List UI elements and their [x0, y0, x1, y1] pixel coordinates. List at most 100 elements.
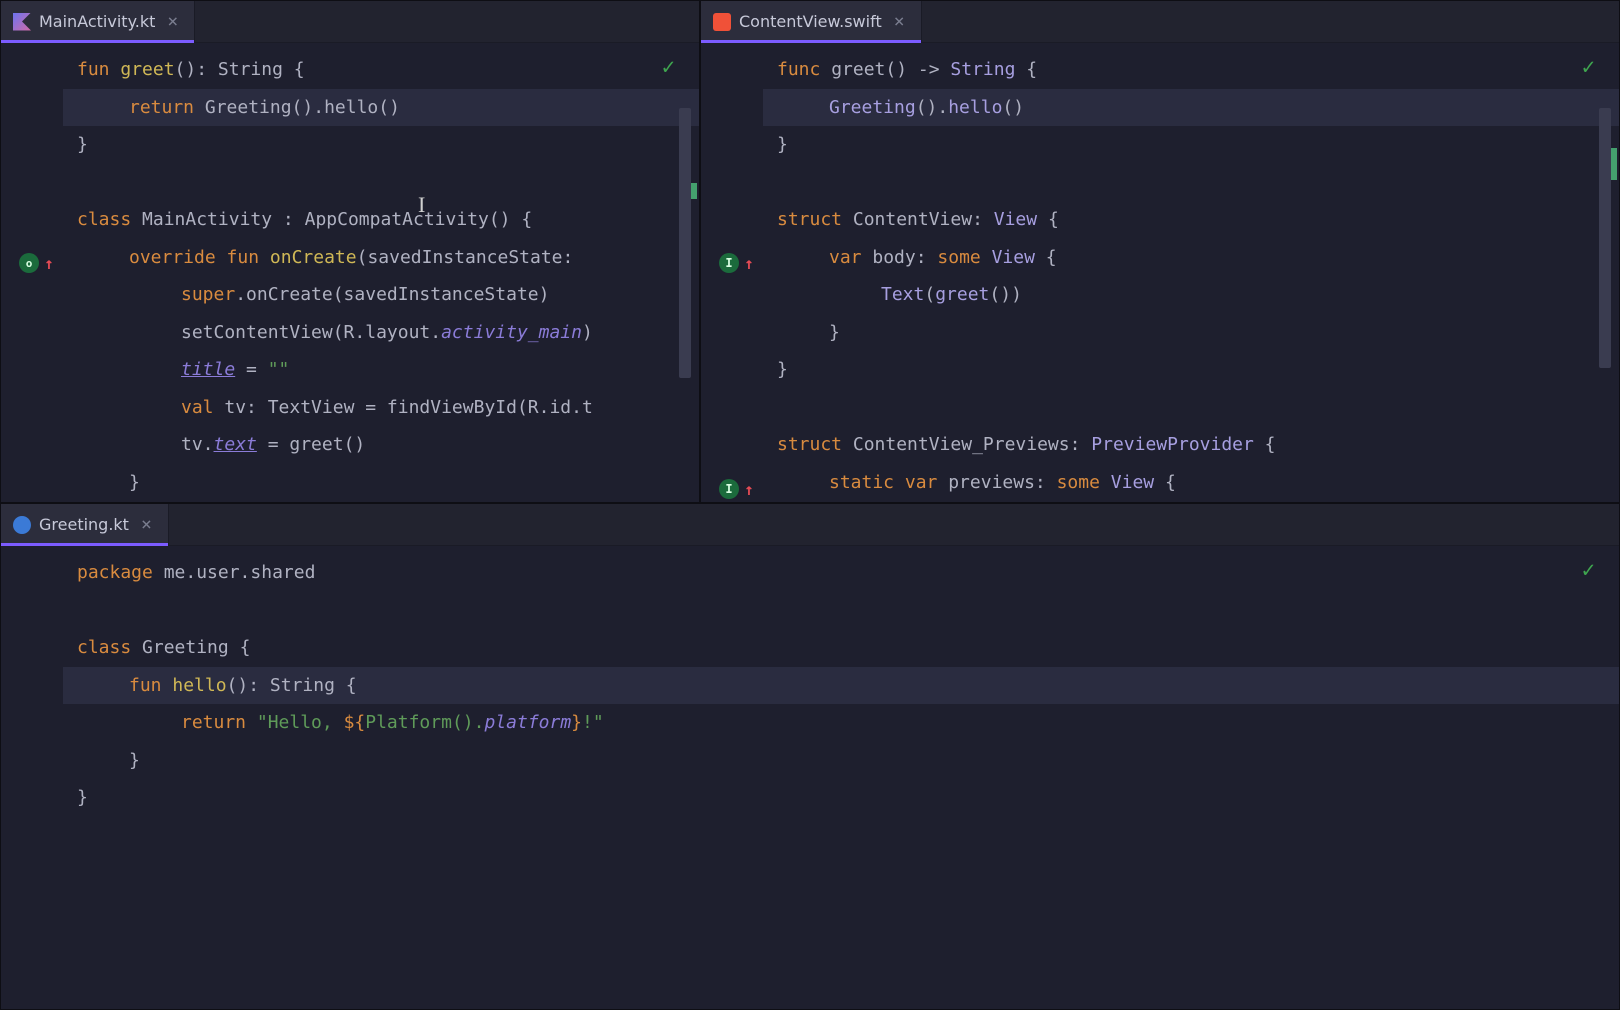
code-token: "Hello, — [257, 712, 344, 733]
arrow-up-icon: ↑ — [39, 253, 59, 273]
code-line[interactable]: return Greeting().hello() — [63, 89, 699, 127]
code-token: ContentView_Previews: — [853, 434, 1091, 455]
minimap-marker[interactable] — [1611, 148, 1617, 180]
close-icon[interactable]: × — [163, 11, 182, 32]
gutter-right[interactable]: ↑ ↑ — [701, 43, 763, 502]
close-icon[interactable]: × — [890, 11, 909, 32]
code-token: } — [571, 712, 582, 733]
code-line[interactable]: class MainActivity : AppCompatActivity()… — [63, 201, 699, 239]
check-icon[interactable]: ✓ — [662, 55, 675, 80]
gutter-left[interactable]: ↑ — [1, 43, 63, 502]
code-line[interactable]: } — [763, 351, 1619, 389]
check-icon[interactable]: ✓ — [1582, 55, 1595, 80]
code-line[interactable]: fun hello(): String { — [63, 667, 1619, 705]
code-token: } — [777, 359, 788, 380]
code-token: activity_main — [441, 322, 582, 343]
editor-pane-left: MainActivity.kt × ↑ fun greet(): String … — [0, 0, 700, 503]
editor-pane-bottom: Greeting.kt × package me.user.shared clas… — [0, 503, 1620, 1010]
code-token: "" — [268, 359, 290, 380]
code-line[interactable]: var body: some View { — [763, 239, 1619, 277]
code-token: greet — [120, 59, 174, 80]
code-line[interactable]: } — [63, 779, 1619, 817]
code-line[interactable]: title = "" — [63, 351, 699, 389]
code-line[interactable]: super.onCreate(savedInstanceState) — [63, 276, 699, 314]
code-line[interactable] — [63, 592, 1619, 630]
code-token: () -> — [885, 59, 950, 80]
code-line[interactable]: fun greet(): String { — [63, 51, 699, 89]
code-line[interactable]: Greeting().hello() — [763, 89, 1619, 127]
code-line[interactable]: class Greeting { — [63, 629, 1619, 667]
tab-greeting[interactable]: Greeting.kt × — [1, 504, 169, 545]
code-token: View — [994, 209, 1048, 230]
code-token: (). — [916, 97, 949, 118]
code-token: } — [129, 750, 140, 771]
editor-body-bottom[interactable]: package me.user.sharedclass Greeting {fu… — [1, 546, 1619, 1009]
code-token: some — [1057, 472, 1111, 493]
code-token: greet — [831, 59, 885, 80]
code-token: func — [777, 59, 831, 80]
editor-body-right[interactable]: ↑ ↑ func greet() -> String {Greeting().h… — [701, 43, 1619, 502]
code-token: { — [1046, 247, 1057, 268]
scrollbar-thumb[interactable] — [1599, 108, 1611, 368]
implement-gutter-icon[interactable] — [719, 253, 739, 273]
code-token: } — [777, 134, 788, 155]
code-line[interactable]: } — [63, 464, 699, 502]
code-line[interactable]: package me.user.shared — [63, 554, 1619, 592]
code-token: } — [829, 322, 840, 343]
code-line[interactable]: } — [63, 742, 1619, 780]
code-token: (): — [227, 675, 270, 696]
code-line[interactable]: tv.text = greet() — [63, 426, 699, 464]
code-line[interactable]: func greet() -> String { — [763, 51, 1619, 89]
code-token: var — [905, 472, 948, 493]
code-area-left[interactable]: fun greet(): String {return Greeting().h… — [63, 43, 699, 502]
code-token: MainActivity — [142, 209, 283, 230]
code-token: ContentView: — [853, 209, 994, 230]
close-icon[interactable]: × — [137, 514, 156, 535]
code-line[interactable]: struct ContentView: View { — [763, 201, 1619, 239]
code-token: fun — [77, 59, 120, 80]
gutter-bottom[interactable] — [1, 546, 63, 1009]
code-line[interactable]: Text(greet()) — [763, 276, 1619, 314]
code-line[interactable] — [63, 164, 699, 202]
editor-pane-right: ContentView.swift × ↑ ↑ func greet() -> … — [700, 0, 1620, 503]
code-token: Platform(). — [365, 712, 484, 733]
tab-contentview[interactable]: ContentView.swift × — [701, 1, 922, 42]
code-line[interactable] — [763, 389, 1619, 427]
code-token: var — [829, 247, 872, 268]
code-line[interactable]: } — [763, 314, 1619, 352]
code-token: { — [1265, 434, 1276, 455]
code-line[interactable]: val tv: TextView = findViewById(R.id.t — [63, 389, 699, 427]
implement-gutter-icon[interactable] — [719, 479, 739, 499]
code-line[interactable]: struct ContentView_Previews: PreviewProv… — [763, 426, 1619, 464]
tab-bar-bottom: Greeting.kt × — [1, 504, 1619, 546]
code-line[interactable]: setContentView(R.layout.activity_main) — [63, 314, 699, 352]
override-gutter-icon[interactable] — [19, 253, 39, 273]
tab-mainactivity[interactable]: MainActivity.kt × — [1, 1, 195, 42]
code-line[interactable] — [763, 164, 1619, 202]
code-token: fun — [129, 675, 172, 696]
tab-label: ContentView.swift — [739, 12, 882, 31]
code-token: setContentView(R.layout. — [181, 322, 441, 343]
code-token: ( — [924, 284, 935, 305]
code-token: greet — [935, 284, 989, 305]
code-token: onCreate — [270, 247, 357, 268]
code-token: ${ — [344, 712, 366, 733]
code-line[interactable]: } — [63, 126, 699, 164]
code-line[interactable]: } — [763, 126, 1619, 164]
code-token: platform — [484, 712, 571, 733]
code-line[interactable]: override fun onCreate(savedInstanceState… — [63, 239, 699, 277]
code-token: static — [829, 472, 905, 493]
code-token: some — [937, 247, 991, 268]
code-area-bottom[interactable]: package me.user.sharedclass Greeting {fu… — [63, 546, 1619, 1009]
code-token: View — [992, 247, 1046, 268]
code-area-right[interactable]: func greet() -> String {Greeting().hello… — [763, 43, 1619, 502]
code-token: String — [218, 59, 294, 80]
minimap-marker[interactable] — [691, 183, 697, 199]
scrollbar-thumb[interactable] — [679, 108, 691, 378]
code-line[interactable]: return "Hello, ${Platform().platform}!" — [63, 704, 1619, 742]
code-token: return — [181, 712, 257, 733]
code-token: super — [181, 284, 235, 305]
check-icon[interactable]: ✓ — [1582, 558, 1595, 583]
code-line[interactable]: static var previews: some View { — [763, 464, 1619, 502]
editor-body-left[interactable]: ↑ fun greet(): String {return Greeting()… — [1, 43, 699, 502]
